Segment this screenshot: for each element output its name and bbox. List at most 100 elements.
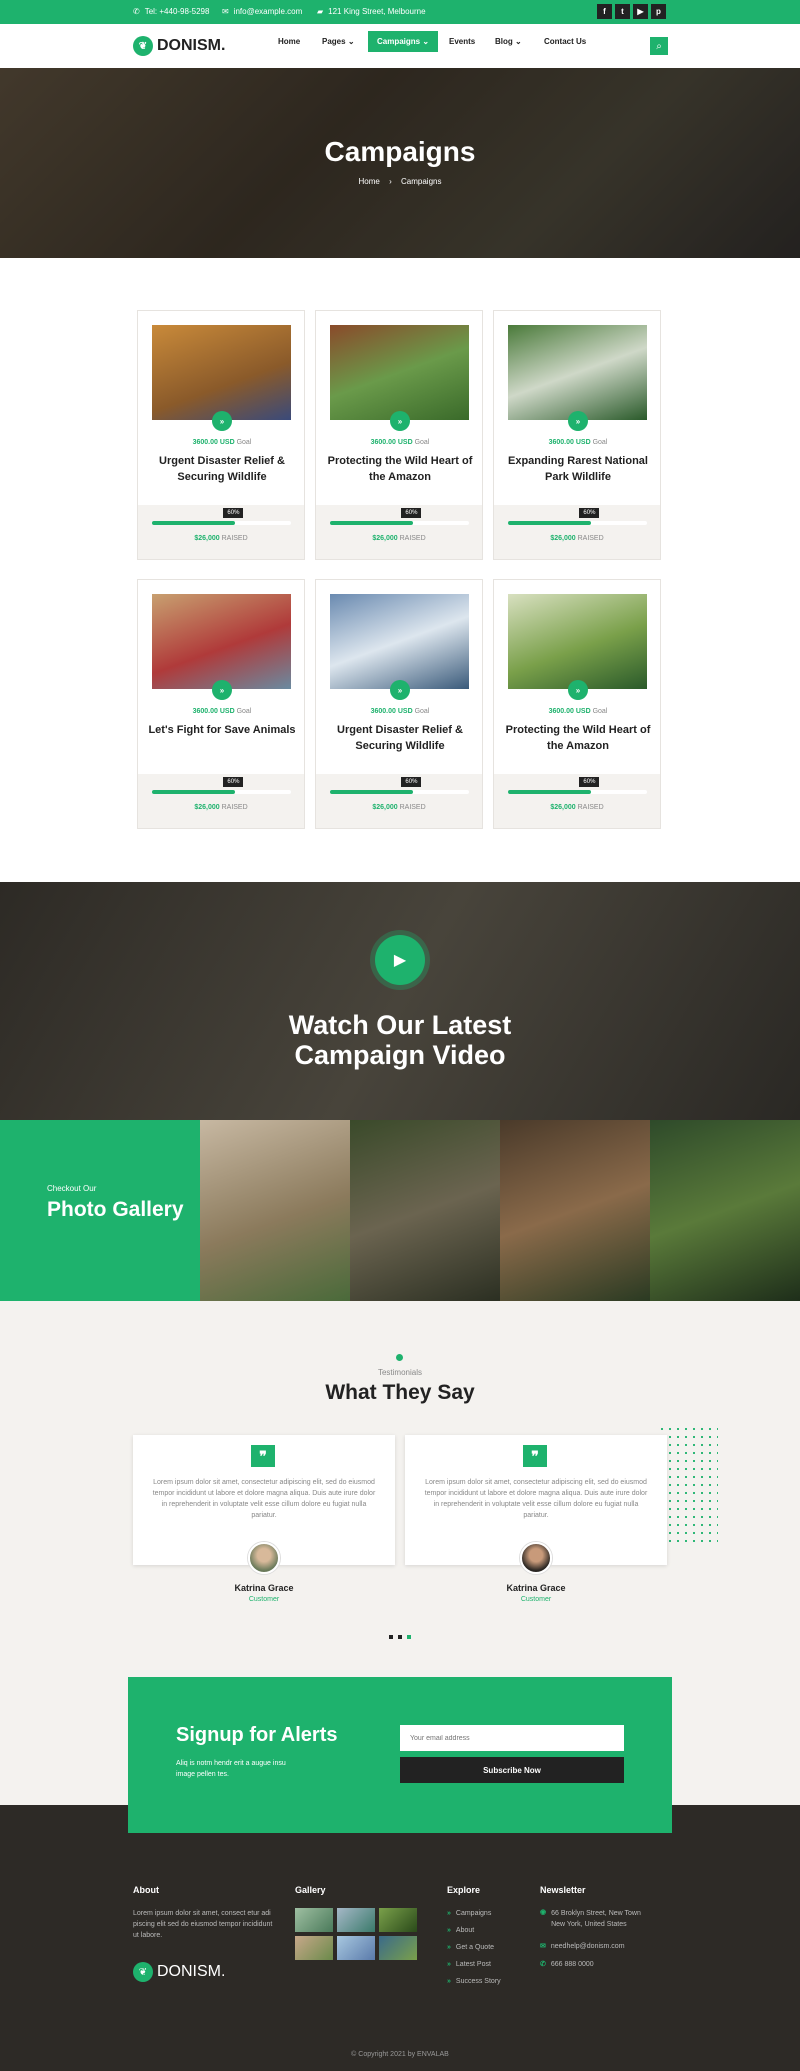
campaign-card[interactable]: » 3600.00 USD Goal Let's Fight for Save An… bbox=[137, 579, 305, 829]
progress-fill bbox=[508, 521, 592, 525]
slider-dot[interactable] bbox=[389, 1635, 393, 1639]
nav-campaigns[interactable]: Campaigns ⌄ bbox=[368, 31, 439, 52]
goal-label: Goal bbox=[592, 439, 608, 446]
facebook-icon[interactable]: f bbox=[597, 4, 612, 19]
progress-percent: 60% bbox=[579, 508, 600, 518]
campaign-title[interactable]: Protecting the Wild Heart of the Amazon bbox=[326, 453, 474, 485]
campaign-card[interactable]: » 3600.00 USD Goal Protecting the Wild Hea… bbox=[315, 310, 483, 560]
slider-dot[interactable] bbox=[398, 1635, 402, 1639]
play-video-button[interactable]: ▶ bbox=[375, 935, 425, 985]
gallery-thumb[interactable] bbox=[337, 1936, 375, 1960]
footer-link-label: About bbox=[455, 1927, 475, 1934]
double-chevron-icon[interactable]: » bbox=[390, 680, 410, 700]
footer-link-success-story[interactable]: » Success Story bbox=[447, 1978, 501, 1985]
dot-pattern bbox=[658, 1425, 718, 1545]
nav-contact[interactable]: Contact Us bbox=[544, 37, 586, 46]
nav-home[interactable]: Home bbox=[278, 37, 300, 46]
email-input[interactable] bbox=[400, 1725, 624, 1751]
video-section: ▶ Watch Our Latest Campaign Video bbox=[0, 882, 800, 1120]
campaign-progress-area: 60% $26,000 RAISED bbox=[138, 774, 304, 828]
address-text: 121 King Street, Melbourne bbox=[328, 7, 426, 16]
campaign-photo[interactable] bbox=[508, 325, 647, 420]
main-nav: ❦ DONISM. Home Pages ⌄ Campaigns ⌄ Event… bbox=[0, 24, 800, 68]
footer-link-quote[interactable]: » Get a Quote bbox=[447, 1944, 494, 1951]
section-dot bbox=[396, 1354, 403, 1361]
phone-icon: ✆ bbox=[133, 7, 140, 16]
twitter-icon[interactable]: t bbox=[615, 4, 630, 19]
testimonial-name: Katrina Grace bbox=[506, 1583, 566, 1593]
double-chevron-icon[interactable]: » bbox=[390, 411, 410, 431]
phone-contact[interactable]: ✆ Tel: +440-98-5298 bbox=[133, 7, 209, 16]
footer-email-text: needhelp@donism.com bbox=[550, 1942, 625, 1950]
campaign-card[interactable]: » 3600.00 USD Goal Expanding Rarest Nation… bbox=[493, 310, 661, 560]
raised-value: $26,000 bbox=[372, 804, 398, 811]
footer-phone[interactable]: ✆ 666 888 0000 bbox=[540, 1960, 594, 1969]
gallery-thumb[interactable] bbox=[379, 1936, 417, 1960]
goal-amount: 3600.00 USD bbox=[370, 708, 413, 715]
email-contact[interactable]: ✉ info@example.com bbox=[222, 7, 302, 16]
gallery-photo[interactable] bbox=[200, 1120, 350, 1301]
campaign-card[interactable]: » 3600.00 USD Goal Urgent Disaster Relief … bbox=[315, 579, 483, 829]
page-title: Campaigns bbox=[324, 136, 476, 167]
double-chevron-icon[interactable]: » bbox=[212, 411, 232, 431]
quote-icon: ❞ bbox=[523, 1445, 547, 1467]
footer-email[interactable]: ✉ needhelp@donism.com bbox=[540, 1942, 625, 1951]
gallery-thumb[interactable] bbox=[295, 1936, 333, 1960]
gallery-photo[interactable] bbox=[350, 1120, 500, 1301]
avatar bbox=[248, 1542, 280, 1574]
footer-logo[interactable]: ❦ DONISM. bbox=[133, 1962, 225, 1982]
avatar bbox=[520, 1542, 552, 1574]
progress-bar bbox=[508, 521, 647, 525]
raised-label: RAISED bbox=[399, 535, 426, 542]
subscribe-button[interactable]: Subscribe Now bbox=[400, 1757, 624, 1783]
gallery-thumb[interactable] bbox=[379, 1908, 417, 1932]
double-chevron-icon[interactable]: » bbox=[212, 680, 232, 700]
nav-pages[interactable]: Pages ⌄ bbox=[322, 37, 355, 46]
gallery-thumb[interactable] bbox=[337, 1908, 375, 1932]
nav-events[interactable]: Events bbox=[449, 37, 475, 46]
campaign-photo[interactable] bbox=[152, 594, 291, 689]
double-chevron-icon[interactable]: » bbox=[568, 680, 588, 700]
footer-address: ◉ 66 Broklyn Street, New Town New York, U… bbox=[540, 1908, 656, 1930]
progress-bar bbox=[330, 521, 469, 525]
gallery-photo[interactable] bbox=[500, 1120, 650, 1301]
campaign-photo[interactable] bbox=[508, 594, 647, 689]
double-chevron-icon[interactable]: » bbox=[568, 411, 588, 431]
site-logo[interactable]: ❦ DONISM. bbox=[133, 36, 225, 56]
progress-percent: 60% bbox=[223, 777, 244, 787]
pinterest-icon[interactable]: p bbox=[651, 4, 666, 19]
footer-link-latest-post[interactable]: » Latest Post bbox=[447, 1961, 491, 1968]
progress-bar bbox=[330, 790, 469, 794]
campaign-photo[interactable] bbox=[152, 325, 291, 420]
campaign-title[interactable]: Urgent Disaster Relief & Securing Wildli… bbox=[148, 453, 296, 485]
campaign-card[interactable]: » 3600.00 USD Goal Protecting the Wild Hea… bbox=[493, 579, 661, 829]
raised-label: RAISED bbox=[221, 535, 248, 542]
nav-blog[interactable]: Blog ⌄ bbox=[495, 37, 522, 46]
youtube-icon[interactable]: ▶ bbox=[633, 4, 648, 19]
campaign-title[interactable]: Expanding Rarest National Park Wildlife bbox=[504, 453, 652, 485]
campaign-title[interactable]: Let's Fight for Save Animals bbox=[148, 722, 296, 738]
goal-amount: 3600.00 USD bbox=[370, 439, 413, 446]
play-icon: ▶ bbox=[393, 952, 407, 969]
breadcrumb-home[interactable]: Home bbox=[359, 177, 380, 186]
raised-value: $26,000 bbox=[372, 535, 398, 542]
campaign-progress-area: 60% $26,000 RAISED bbox=[138, 505, 304, 559]
map-icon: ▰ bbox=[317, 7, 324, 16]
testimonials-eyebrow: Testimonials bbox=[377, 1368, 422, 1377]
campaign-photo[interactable] bbox=[330, 594, 469, 689]
footer-link-campaigns[interactable]: » Campaigns bbox=[447, 1910, 491, 1917]
footer-about-text: Lorem ipsum dolor sit amet, consect etur… bbox=[133, 1910, 273, 1939]
campaign-photo[interactable] bbox=[330, 325, 469, 420]
phone-icon: ✆ bbox=[540, 1961, 546, 1968]
gallery-thumb[interactable] bbox=[295, 1908, 333, 1932]
campaign-title[interactable]: Protecting the Wild Heart of the Amazon bbox=[504, 722, 652, 754]
search-button[interactable]: ⌕ bbox=[650, 37, 668, 55]
footer-newsletter-title: Newsletter bbox=[540, 1885, 586, 1895]
campaign-card[interactable]: » 3600.00 USD Goal Urgent Disaster Relief … bbox=[137, 310, 305, 560]
campaign-progress-area: 60% $26,000 RAISED bbox=[494, 774, 660, 828]
footer-link-about[interactable]: » About bbox=[447, 1927, 474, 1934]
slider-dot-active[interactable] bbox=[407, 1635, 411, 1639]
gallery-intro: Checkout Our Photo Gallery bbox=[0, 1120, 200, 1301]
gallery-photo[interactable] bbox=[650, 1120, 800, 1301]
campaign-title[interactable]: Urgent Disaster Relief & Securing Wildli… bbox=[326, 722, 474, 754]
